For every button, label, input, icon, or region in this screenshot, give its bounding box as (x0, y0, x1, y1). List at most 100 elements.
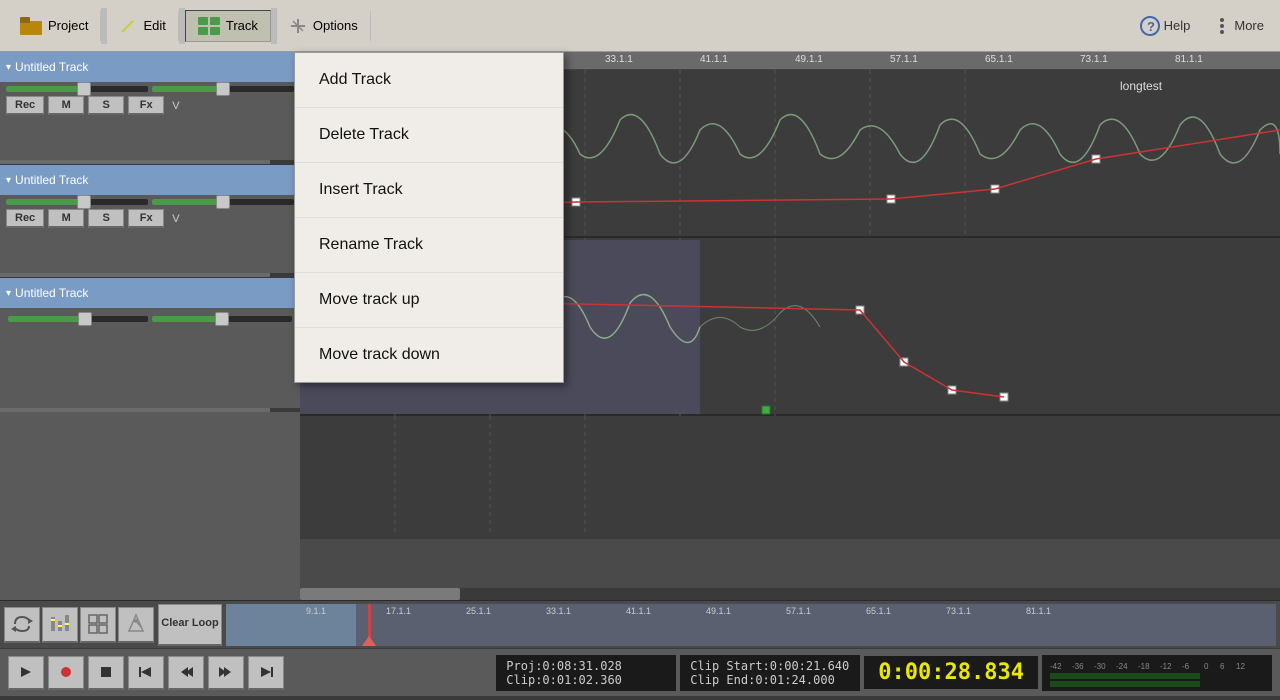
help-icon: ? (1140, 16, 1160, 36)
main-toolbar: Project Edit Track Options (0, 0, 1280, 52)
forward-btn[interactable] (208, 656, 244, 690)
mini-loop-region (226, 604, 356, 646)
mini-timeline-strip[interactable]: 9.1.1 17.1.1 25.1.1 33.1.1 41.1.1 49.1.1… (226, 604, 1276, 646)
ruler-mark-8: 65.1.1 (985, 54, 1013, 65)
track-1-solo-btn[interactable]: S (88, 96, 124, 115)
ruler-mark-7: 57.1.1 (890, 54, 918, 65)
track-3-pan-slider[interactable] (152, 316, 292, 322)
more-btn[interactable]: More (1206, 12, 1272, 40)
track-3-spacer (8, 328, 292, 336)
move-track-up-item[interactable]: Move track up (295, 273, 563, 328)
track-2-fx-btn[interactable]: Fx (128, 209, 164, 228)
vu-meter-svg: -42 -36 -30 -24 -18 -12 -6 0 6 12 (1050, 659, 1264, 687)
track-2-arrow: ▾ (6, 175, 11, 186)
svg-text:-6: -6 (1182, 662, 1190, 671)
track-label: Track (226, 18, 258, 33)
ruler-mark-9: 73.1.1 (1080, 54, 1108, 65)
svg-text:0: 0 (1204, 662, 1209, 671)
track-2-mute-btn[interactable]: M (48, 209, 84, 228)
stop-btn[interactable] (88, 656, 124, 690)
end-icon (259, 665, 273, 679)
forward-icon (219, 665, 233, 679)
more-label: More (1234, 18, 1264, 33)
clip-end: Clip End:0:01:24.000 (690, 673, 850, 687)
record-icon (59, 665, 73, 679)
mini-ruler-mark-1: 9.1.1 (306, 606, 326, 616)
svg-text:-12: -12 (1160, 662, 1172, 671)
horizontal-scrollbar[interactable] (300, 588, 1280, 600)
more-icon (1214, 16, 1230, 36)
svg-text:-30: -30 (1094, 662, 1106, 671)
edit-menu-btn[interactable]: Edit (107, 11, 178, 41)
track-2-header: ▾ Untitled Track (0, 165, 300, 195)
track-3-arrow: ▾ (6, 288, 11, 299)
mini-ruler-mark-2: 17.1.1 (386, 606, 411, 616)
clip-top-label: longtest (1120, 79, 1163, 93)
rewind-btn[interactable] (128, 656, 164, 690)
track-1-extra: V (172, 100, 179, 112)
track-3-volume-slider[interactable] (8, 316, 148, 322)
mixer-tool-btn[interactable] (42, 607, 78, 643)
rename-track-item[interactable]: Rename Track (295, 218, 563, 273)
options-menu-btn[interactable]: Options (277, 11, 371, 41)
mini-ruler-mark-7: 57.1.1 (786, 606, 811, 616)
main-area: ▾ Untitled Track Rec M S Fx V (0, 52, 1280, 600)
loop-icon (11, 613, 33, 635)
mini-ruler-mark-8: 65.1.1 (866, 606, 891, 616)
options-label: Options (313, 18, 358, 33)
track-2-volume-slider[interactable] (6, 199, 148, 205)
svg-text:-18: -18 (1138, 662, 1150, 671)
mini-ruler-mark-9: 73.1.1 (946, 606, 971, 616)
tool-icons-row (0, 603, 158, 647)
stop-icon (99, 665, 113, 679)
mini-ruler-mark-4: 33.1.1 (546, 606, 571, 616)
mini-timeline-bar: Clear Loop 9.1.1 17.1.1 25.1.1 33.1.1 41… (0, 600, 1280, 648)
track-1-arrow: ▾ (6, 62, 11, 73)
track-1-name: Untitled Track (15, 60, 88, 74)
help-btn[interactable]: ? Help (1132, 12, 1199, 40)
svg-text:?: ? (1147, 19, 1155, 34)
track-2-rec-btn[interactable]: Rec (6, 209, 44, 228)
current-time-display: 0:00:28.834 (864, 656, 1038, 689)
track-1-fx-btn[interactable]: Fx (128, 96, 164, 115)
track-2-solo-btn[interactable]: S (88, 209, 124, 228)
proj-time-display: Proj:0:08:31.028 Clip:0:01:02.360 (496, 655, 676, 691)
loop-tool-btn[interactable] (4, 607, 40, 643)
play-btn[interactable] (8, 656, 44, 690)
clear-loop-btn[interactable]: Clear Loop (158, 604, 222, 646)
ruler-mark-4: 33.1.1 (605, 54, 633, 65)
svg-text:12: 12 (1236, 662, 1245, 671)
metronome-tool-btn[interactable] (118, 607, 154, 643)
track-3-waveform[interactable] (300, 416, 1280, 539)
clip-start: Clip Start:0:00:21.640 (690, 659, 850, 673)
play-icon (19, 665, 33, 679)
track-1-pan-slider[interactable] (152, 86, 294, 92)
vu-meter: -42 -36 -30 -24 -18 -12 -6 0 6 12 (1042, 655, 1272, 691)
back-btn[interactable] (168, 656, 204, 690)
ruler-mark-10: 81.1.1 (1175, 54, 1203, 65)
track-3-header: ▾ Untitled Track (0, 278, 300, 308)
track-menu-btn[interactable]: Track (185, 10, 271, 42)
move-track-down-item[interactable]: Move track down (295, 328, 563, 382)
track-1-volume-slider[interactable] (6, 86, 148, 92)
track-1-controls: Rec M S Fx V (0, 82, 300, 160)
record-btn[interactable] (48, 656, 84, 690)
track-1-rec-btn[interactable]: Rec (6, 96, 44, 115)
delete-track-item[interactable]: Delete Track (295, 108, 563, 163)
ruler-mark-6: 49.1.1 (795, 54, 823, 65)
project-menu-btn[interactable]: Project (8, 11, 101, 41)
svg-text:-24: -24 (1116, 662, 1128, 671)
insert-track-item[interactable]: Insert Track (295, 163, 563, 218)
track-1-mute-btn[interactable]: M (48, 96, 84, 115)
add-track-item[interactable]: Add Track (295, 53, 563, 108)
track-2-extra: V (172, 213, 179, 225)
mini-ruler-mark-3: 25.1.1 (466, 606, 491, 616)
end-btn[interactable] (248, 656, 284, 690)
track-icon (198, 17, 220, 35)
grid-tool-btn[interactable] (80, 607, 116, 643)
track-2-pan-slider[interactable] (152, 199, 294, 205)
mini-ruler-mark-5: 41.1.1 (626, 606, 651, 616)
clip-time: Clip:0:01:02.360 (506, 673, 666, 687)
options-icon (289, 17, 307, 35)
clear-loop-label: Clear Loop (161, 617, 218, 630)
